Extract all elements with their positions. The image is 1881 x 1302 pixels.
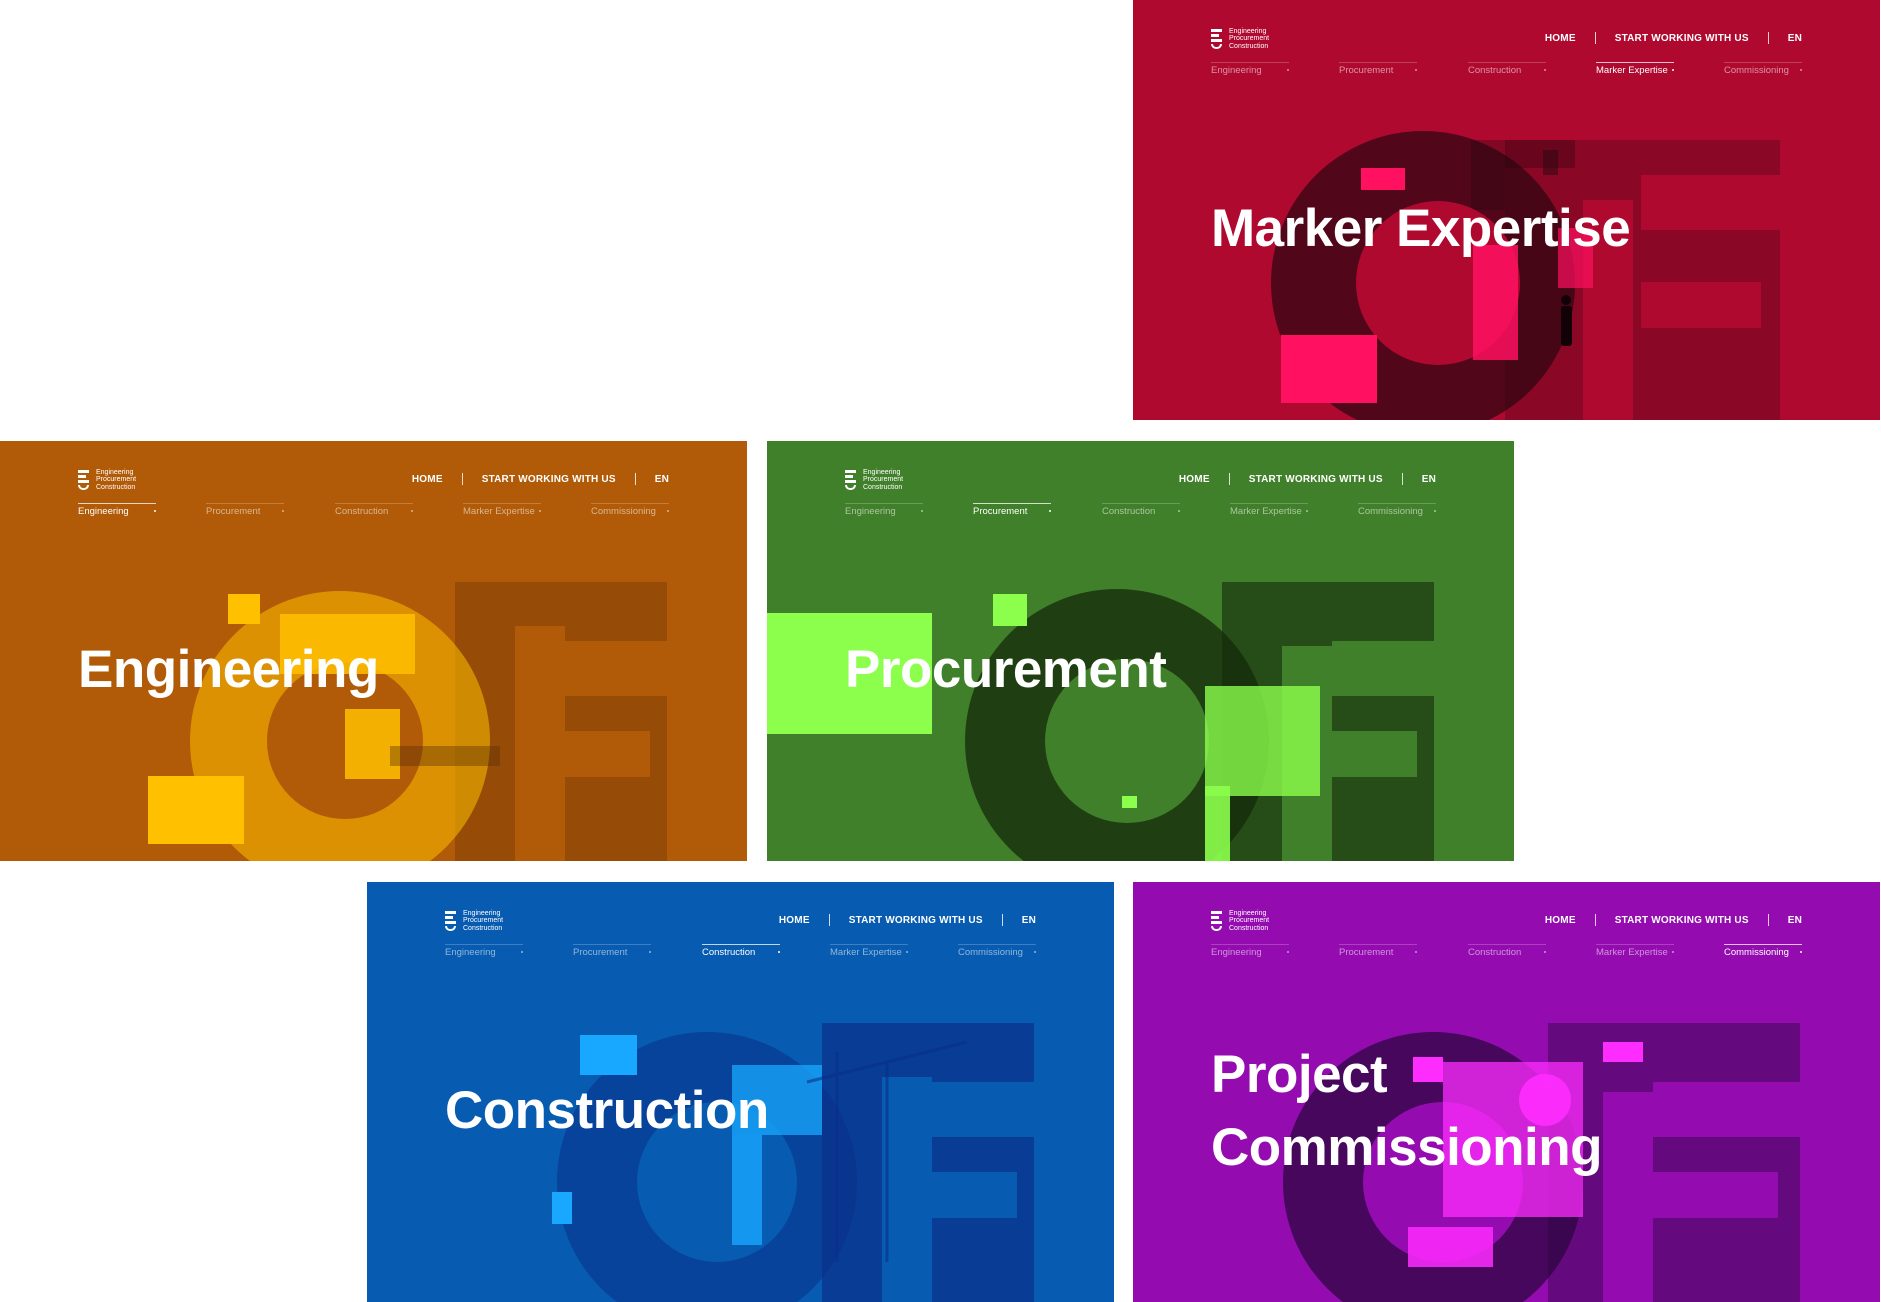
engineering-panel: Engineering Procurement Construction HOM… [0, 441, 747, 861]
construction-panel: Engineering Procurement Construction HOM… [367, 882, 1114, 1302]
marker-expertise-panel: Engineering Procurement Construction HOM… [1133, 0, 1880, 420]
page-title: Project Commissioning [1211, 1038, 1603, 1184]
page-title: Engineering [78, 640, 379, 699]
page-title-line-1: Project [1211, 1045, 1388, 1104]
page-title: Marker Expertise [1211, 199, 1631, 258]
page-title-line-2: Commissioning [1211, 1118, 1603, 1177]
page-title: Construction [445, 1081, 769, 1140]
procurement-panel: Engineering Procurement Construction HOM… [767, 441, 1514, 861]
page-title: Procurement [845, 640, 1167, 699]
commissioning-panel: Engineering Procurement Construction HOM… [1133, 882, 1880, 1302]
